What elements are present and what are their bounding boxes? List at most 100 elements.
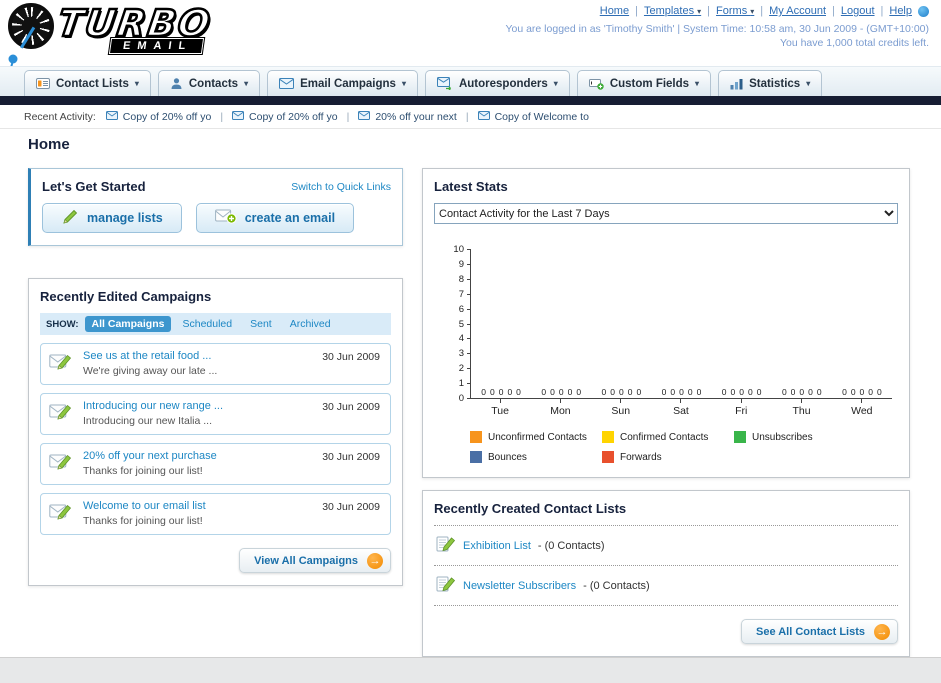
campaign-filter-scheduled[interactable]: Scheduled [175,316,239,332]
top-link-separator: | [760,5,764,17]
legend-swatch [470,431,482,443]
chart-value-group: 00000 [712,387,772,397]
chart-value-group: 00000 [591,387,651,397]
chevron-down-icon: ▾ [134,79,139,88]
legend-item: Unconfirmed Contacts [470,431,602,443]
nav-tab-label: Custom Fields [609,77,690,90]
contact-lists: Exhibition List - (0 Contacts) Newsletter … [434,525,898,606]
nav-tab-contacts[interactable]: Contacts ▾ [157,70,261,96]
left-column: Let's Get Started Switch to Quick Links … [28,168,403,586]
chevron-down-icon: ▾ [697,7,702,16]
chart-plot: 0 1 2 3 4 5 6 7 8 9 10 0 0 0 0 0 0 0 0 0 0 0 0 0 0 0 0 0 0 0 0 0 0 0 0 0 0 0 0… [453,245,892,403]
campaign-date: 30 Jun 2009 [322,501,380,513]
contact-lists-title: Recently Created Contact Lists [434,501,627,516]
autoresponders-icon [436,77,453,90]
top-link-help[interactable]: Help [889,5,912,17]
chart-value-label: 0 [816,387,822,397]
chart-value-group: 00000 [531,387,591,397]
campaign-text: 20% off your next purchase Thanks for joi… [83,450,217,477]
legend-label: Confirmed Contacts [620,431,709,443]
chart-value-label: 0 [687,387,693,397]
campaign-text: Welcome to our email list Thanks for join… [83,500,206,527]
nav-tab-label: Statistics [749,77,801,90]
manage-lists-button[interactable]: manage lists [42,203,182,233]
get-started-title: Let's Get Started [42,179,146,194]
chart-value-label: 0 [842,387,847,397]
email-icon [358,110,371,123]
chart-y-tick-label: 3 [458,348,464,360]
legend-swatch [470,451,482,463]
nav-tab-custom-fields[interactable]: Custom Fields ▾ [576,70,712,96]
stats-activity-select[interactable]: Contact Activity for the Last 7 Days [434,203,898,224]
recent-activity-item-label: 20% off your next [375,110,457,123]
campaign-row[interactable]: 20% off your next purchase Thanks for joi… [40,443,391,485]
latest-stats-panel: Latest Stats Contact Activity for the La… [422,168,910,478]
campaign-filter-all-campaigns[interactable]: All Campaigns [84,316,172,332]
arrow-right-icon: → [367,552,383,569]
contact-list-row[interactable]: Newsletter Subscribers - (0 Contacts) [434,566,898,606]
campaign-title-link[interactable]: 20% off your next purchase [83,450,217,462]
recent-activity-item[interactable]: Copy of Welcome to [477,110,589,123]
chart-value-label: 0 [781,387,787,397]
chart-y-tick [467,293,471,295]
help-icon[interactable] [918,5,929,17]
top-link-my-account[interactable]: My Account [769,5,826,17]
campaign-title-link[interactable]: Welcome to our email list [83,500,206,512]
recent-activity-item[interactable]: 20% off your next [358,110,457,123]
chart-y-tick [467,323,471,325]
logo-text: TURBO EMAIL [54,1,216,55]
see-all-contact-lists-button[interactable]: See All Contact Lists → [740,619,898,644]
nav-tab-statistics[interactable]: Statistics ▾ [718,70,823,96]
chart-value-group: 00000 [832,387,892,397]
legend-label: Forwards [620,451,662,463]
nav-tab-email-campaigns[interactable]: Email Campaigns ▾ [267,70,418,96]
legend-label: Unconfirmed Contacts [488,431,587,443]
chart-x-tick-label: Tue [470,399,530,417]
chevron-down-icon: ▾ [553,79,558,88]
campaign-subtitle: Thanks for joining our list! [83,465,203,477]
campaign-filter-archived[interactable]: Archived [283,316,338,332]
email-icon [232,110,245,123]
chart-value-label: 0 [877,387,882,397]
nav-tab-autoresponders[interactable]: Autoresponders ▾ [424,70,570,96]
top-link-logout[interactable]: Logout [841,5,875,17]
chart-x-tick-text: Tue [491,405,509,417]
campaign-row[interactable]: See us at the retail food ... We're givin… [40,343,391,385]
create-email-button[interactable]: create an email [195,203,355,233]
recent-activity-bar: Recent Activity: Copy of 20% off yo | Copy… [0,105,941,129]
legend-item: Unsubscribes [734,431,866,443]
nav-tab-contact-lists[interactable]: Contact Lists ▾ [24,70,151,96]
contact-activity-chart: 0 1 2 3 4 5 6 7 8 9 10 0 0 0 0 0 0 0 0 0 0 0 0 0 0 0 0 0 0 0 0 0 0 0 0 0 0 0 0… [434,245,898,463]
chart-value-label: 0 [627,387,633,397]
view-all-campaigns-button[interactable]: View All Campaigns → [239,548,391,573]
recent-activity-item[interactable]: Copy of 20% off yo [232,110,338,123]
top-link-templates[interactable]: Templates ▾ [644,5,701,17]
chart-y-tick-label: 7 [458,288,464,300]
chart-y-tick [467,353,471,355]
recent-activity-item-label: Copy of 20% off yo [122,110,212,123]
top-link-forms[interactable]: Forms ▾ [716,5,754,17]
page-footer [0,657,941,683]
chart-x-tick-text: Sat [673,405,689,417]
campaign-filter-sent[interactable]: Sent [243,316,279,332]
switch-quick-links-link[interactable]: Switch to Quick Links [291,181,391,193]
chart-x-tick [801,399,803,403]
campaign-edit-icon [49,500,75,527]
chart-value-label: 0 [661,387,667,397]
top-link-home[interactable]: Home [600,5,629,17]
campaign-row[interactable]: Introducing our new range ... Introducing… [40,393,391,435]
campaign-title-link[interactable]: Introducing our new range ... [83,400,223,412]
contact-list-link[interactable]: Exhibition List [463,540,531,552]
recent-activity-separator: | [220,110,224,123]
recent-activity-items: Copy of 20% off yo | Copy of 20% off yo | 20… [105,110,589,123]
custom-fields-icon [588,77,604,90]
campaign-title-link[interactable]: See us at the retail food ... [83,350,217,362]
chart-y-tick-label: 6 [458,303,464,315]
chart-value-label: 0 [610,387,615,397]
chart-y-tick [467,278,471,280]
contact-list-link[interactable]: Newsletter Subscribers [463,580,576,592]
campaign-edit-icon [49,400,75,427]
contact-list-row[interactable]: Exhibition List - (0 Contacts) [434,526,898,566]
campaign-row[interactable]: Welcome to our email list Thanks for join… [40,493,391,535]
recent-activity-item[interactable]: Copy of 20% off yo [105,110,212,123]
